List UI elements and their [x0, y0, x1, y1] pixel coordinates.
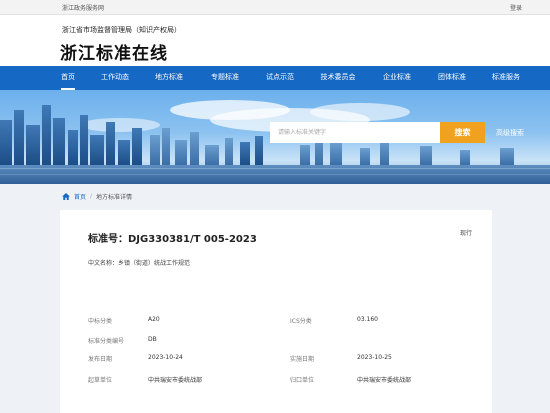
home-icon	[62, 193, 70, 200]
breadcrumb-home[interactable]: 首页	[74, 192, 86, 201]
publish-date-label: 发布日期	[88, 356, 113, 363]
nav-enterprise-standards[interactable]: 企业标准	[383, 66, 411, 90]
standard-detail-card: 标准号：DJG330381/T 005-2023 现行 中文名称：乡镇（街道）统…	[60, 210, 492, 413]
breadcrumb-current: 地方标准详情	[96, 194, 133, 201]
site-header: 浙江省市场监督管理局（知识产权局） 浙江标准在线	[0, 15, 550, 66]
main-nav: 首页 工作动态 地方标准 专题标准 试点示范 技术委员会 企业标准 团体标准 标…	[0, 66, 550, 90]
nav-tech-committee[interactable]: 技术委员会	[321, 66, 356, 90]
nav-pilot-demo[interactable]: 试点示范	[266, 66, 294, 90]
advanced-search-link[interactable]: 高级搜索	[496, 128, 524, 138]
ics-value: 03.160	[357, 316, 378, 323]
record-value: DB	[148, 336, 157, 343]
publish-date-value: 2023-10-24	[148, 354, 183, 361]
nav-local-standards[interactable]: 地方标准	[155, 66, 183, 90]
mgmt-unit-label: 归口单位	[290, 377, 315, 384]
breadcrumb-separator: /	[90, 193, 93, 200]
nav-home[interactable]: 首页	[61, 66, 75, 90]
ccs-label: 中标分类	[88, 318, 113, 325]
breadcrumb: 首页 / 地方标准详情	[62, 192, 132, 201]
drafting-unit-label: 起草单位	[88, 377, 113, 384]
chinese-name: 中文名称：乡镇（街道）统战工作规范	[88, 260, 191, 267]
search-input[interactable]	[270, 122, 440, 143]
status-badge: 现行	[459, 230, 472, 237]
search-button[interactable]: 搜索	[440, 122, 485, 143]
nav-group-standards[interactable]: 团体标准	[438, 66, 466, 90]
nav-topic-standards[interactable]: 专题标准	[211, 66, 239, 90]
ccs-value: A20	[148, 316, 160, 323]
standard-number: 标准号：DJG330381/T 005-2023	[88, 234, 257, 245]
impl-date-value: 2023-10-25	[357, 354, 392, 361]
site-logo-title[interactable]: 浙江标准在线	[60, 39, 168, 64]
top-utility-bar: 浙江政务服务网 登录	[0, 0, 550, 15]
record-label: 标准分类编号	[88, 338, 125, 345]
drafting-unit-value: 中共瑞安市委统战部	[148, 377, 203, 384]
nav-work-news[interactable]: 工作动态	[101, 66, 129, 90]
organization-name: 浙江省市场监督管理局（知识产权局）	[62, 26, 181, 34]
nav-standard-services[interactable]: 标准服务	[492, 66, 520, 90]
ics-label: ICS分类	[290, 318, 312, 325]
gov-portal-link[interactable]: 浙江政务服务网	[62, 3, 104, 12]
mgmt-unit-value: 中共瑞安市委统战部	[357, 377, 412, 384]
login-link[interactable]: 登录	[510, 3, 522, 12]
impl-date-label: 实施日期	[290, 356, 315, 363]
